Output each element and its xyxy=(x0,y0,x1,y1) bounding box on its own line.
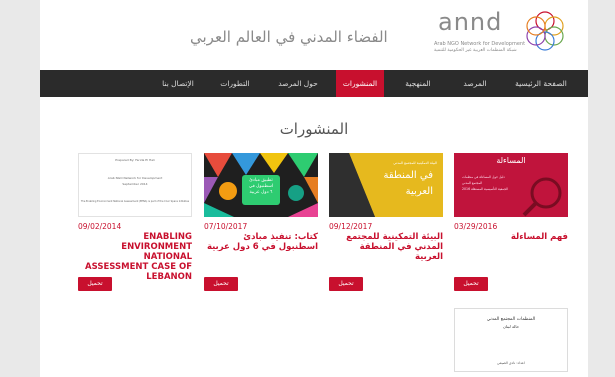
thumb-line: Arab NGO Network for Development xyxy=(107,176,163,180)
logo-subtitle-en: Arab NGO Network for Development xyxy=(434,41,526,47)
download-button[interactable]: تحميل xyxy=(329,277,363,291)
publication-date: 09/02/2014 xyxy=(78,222,122,231)
download-button[interactable]: تحميل xyxy=(78,277,112,291)
publication-thumbnail-1[interactable]: Prepared By: Farida El Hali Arab NGO Net… xyxy=(78,153,192,217)
logo-emblem-icon xyxy=(526,11,564,51)
thumb-heading: المساءلة xyxy=(496,156,526,165)
thumb-line: The Enabling Environment National Assess… xyxy=(80,200,190,203)
publication-title[interactable]: كتاب: تنفيذ مبادئ اسطنبول في 6 دول عربية xyxy=(204,232,318,252)
publication-thumbnail-3[interactable]: البيئة التمكينية للمجتمع المدني في المنط… xyxy=(329,153,443,217)
nav-item-about[interactable]: حول المرصد xyxy=(266,70,330,97)
nav-item-publications[interactable]: المنشورات xyxy=(336,70,384,97)
download-button[interactable]: تحميل xyxy=(204,277,238,291)
publication-thumbnail-5[interactable]: المنظمات المجتمع المدني حالة لبنان اعداد… xyxy=(454,308,568,372)
site-header: الفضاء المدني في العالم العربي annd Arab… xyxy=(40,0,588,70)
thumb-line: البيئة التمكينية للمجتمع المدني xyxy=(393,161,437,165)
page-title: المنشورات xyxy=(279,120,349,138)
thumb-line: حالة لبنان xyxy=(502,324,520,329)
nav-item-home[interactable]: الصفحة الرئيسية xyxy=(506,70,576,97)
publication-title[interactable]: ENABLING ENVIRONMENT NATIONAL ASSESSMENT… xyxy=(78,232,192,282)
publication-thumbnail-2[interactable]: تطبيق مبادئ اسطنبول في ٦ دول عربية xyxy=(204,153,318,217)
thumb-line: العربية xyxy=(405,186,433,197)
publication-date: 09/12/2017 xyxy=(329,222,373,231)
logo-wordmark: annd xyxy=(438,8,503,36)
thumb-line: المنظمات المجتمع المدني xyxy=(486,317,536,322)
annd-logo[interactable]: annd Arab NGO Network for Development شب… xyxy=(428,8,578,58)
thumb-line: اعداد: نادي الصيفي xyxy=(497,361,525,365)
publication-date: 07/10/2017 xyxy=(204,222,248,231)
thumb-line: المجتمع المدني xyxy=(462,181,483,185)
thumb-line: September 2014 xyxy=(122,182,148,186)
nav-item-developments[interactable]: التطورات xyxy=(210,70,260,97)
page: الفضاء المدني في العالم العربي annd Arab… xyxy=(40,0,588,377)
publication-thumbnail-4[interactable]: المساءلة دليل حول المساءلة في منظمات الم… xyxy=(454,153,568,217)
nav-item-methodology[interactable]: المنهجية xyxy=(390,70,446,97)
publication-title[interactable]: فهم المساءلة xyxy=(454,232,568,242)
thumb-line: الجمعية التأسيسية المستقلة 2016 xyxy=(462,187,508,191)
publication-title[interactable]: البيئة التمكينية للمجتمع المدني في المنط… xyxy=(329,232,443,262)
thumb-line: Prepared By: Farida El Hali xyxy=(115,158,155,162)
logo-subtitle-ar: شبكة المنظمات العربية غير الحكومية للتنم… xyxy=(434,48,517,53)
nav-item-observatory[interactable]: المرصد xyxy=(450,70,500,97)
main-nav: الصفحة الرئيسية المرصد المنهجية المنشورا… xyxy=(40,70,588,97)
thumb-text: تطبيق مبادئ اسطنبول في ٦ دول عربية xyxy=(248,178,274,195)
publication-date: 03/29/2016 xyxy=(454,222,498,231)
thumb-line: دليل حول المساءلة في منظمات xyxy=(462,175,505,179)
nav-item-contact[interactable]: الإتصال بنا xyxy=(150,70,206,97)
site-title: الفضاء المدني في العالم العربي xyxy=(190,28,388,46)
download-button[interactable]: تحميل xyxy=(454,277,488,291)
thumb-line: في المنطقة xyxy=(383,170,433,181)
